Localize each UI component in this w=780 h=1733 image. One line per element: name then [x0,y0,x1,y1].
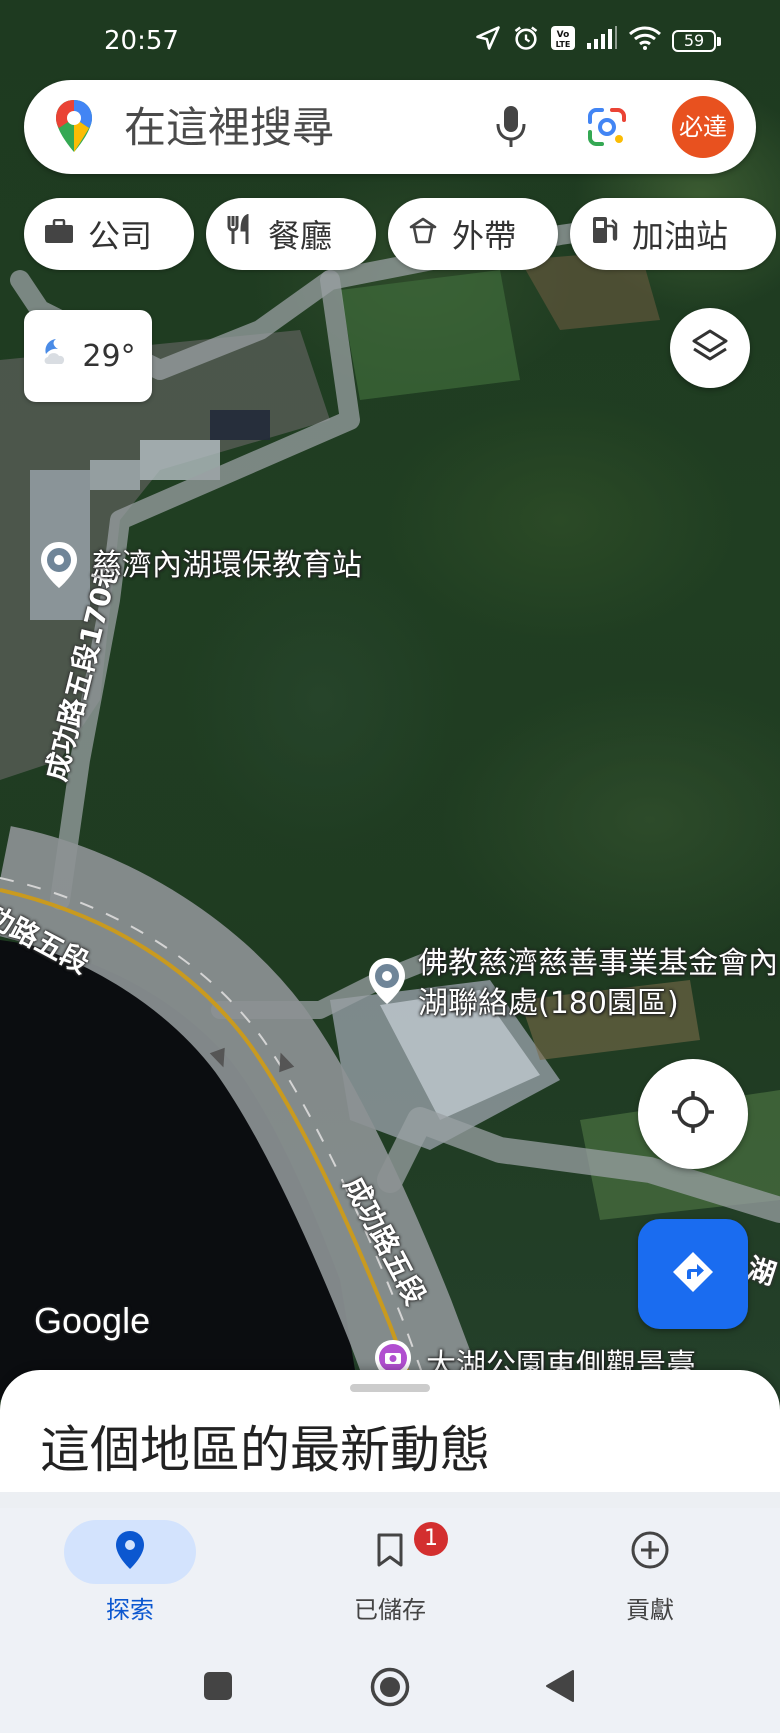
chip-label: 公司 [88,217,153,255]
poi-pin-icon[interactable] [38,540,80,590]
weather-widget[interactable]: 29° [24,310,152,402]
my-location-button[interactable] [638,1059,748,1169]
nav-item-explore[interactable]: 探索 [30,1508,230,1638]
nav-label: 貢獻 [626,1596,674,1624]
google-watermark: Google [34,1300,151,1341]
sheet-drag-handle[interactable] [350,1384,430,1392]
add-circle-icon [630,1530,670,1574]
saved-count-badge: 1 [412,1520,450,1558]
crosshair-icon [670,1089,716,1139]
battery-icon: 59 [672,29,724,54]
temperature: 29° [82,338,136,374]
system-nav-bar [0,1638,780,1733]
lens-icon[interactable] [586,106,628,152]
sheet-title: 這個地區的最新動態 [40,1421,490,1479]
moon-cloud-icon [40,336,74,376]
directions-button[interactable] [638,1219,748,1329]
recents-button[interactable] [203,1671,233,1705]
nav-icon-container [584,1520,716,1584]
layers-icon [691,327,729,369]
search-bar[interactable]: 必達 [24,80,756,174]
status-time: 20:57 [104,26,179,56]
takeout-icon [408,215,438,253]
nav-label: 已儲存 [354,1596,426,1624]
poi-label[interactable]: 慈濟內湖環保教育站 [92,546,362,586]
chip-label: 外帶 [452,217,517,255]
status-icons: Vo LTE 59 [474,24,724,59]
alarm-icon [512,24,540,59]
nav-label: 探索 [106,1596,154,1624]
status-bar: 20:57 Vo LTE 59 [0,0,780,80]
nav-active-indicator [64,1520,196,1584]
bookmark-icon [375,1532,405,1572]
search-input[interactable] [122,98,506,156]
avatar[interactable]: 必達 [672,96,734,158]
chip-gas-station[interactable]: 加油站 [570,198,776,270]
poi-pin-icon[interactable] [366,956,408,1006]
nav-item-contribute[interactable]: 貢獻 [550,1508,750,1638]
directions-icon [670,1249,716,1299]
chip-label: 餐廳 [268,217,333,255]
bottom-nav: 探索 1 已儲存 貢獻 [0,1508,780,1638]
svg-text:Vo: Vo [557,30,570,40]
location-arrow-icon [474,24,502,59]
sheet-divider [0,1492,780,1508]
bottom-sheet[interactable]: 這個地區的最新動態 [0,1370,780,1492]
maps-logo-icon [54,98,94,158]
svg-text:LTE: LTE [556,40,571,49]
poi-label[interactable]: 佛教慈濟慈善事業基金會內湖聯絡處(180園區) [418,944,778,1024]
briefcase-icon [44,215,74,253]
back-button[interactable] [545,1669,575,1707]
gas-station-icon [590,214,618,254]
volte-icon: Vo LTE [550,24,576,59]
restaurant-icon [226,213,254,254]
signal-icon [586,25,618,58]
chip-company[interactable]: 公司 [24,198,194,270]
chip-takeout[interactable]: 外帶 [388,198,558,270]
chip-restaurant[interactable]: 餐廳 [206,198,376,270]
battery-level: 59 [683,30,705,50]
wifi-icon [628,25,662,58]
home-button[interactable] [369,1666,411,1712]
location-pin-icon [115,1530,145,1574]
microphone-icon[interactable] [494,102,528,154]
layers-button[interactable] [670,308,750,388]
chip-label: 加油站 [632,217,729,255]
nav-item-saved[interactable]: 1 已儲存 [290,1508,490,1638]
